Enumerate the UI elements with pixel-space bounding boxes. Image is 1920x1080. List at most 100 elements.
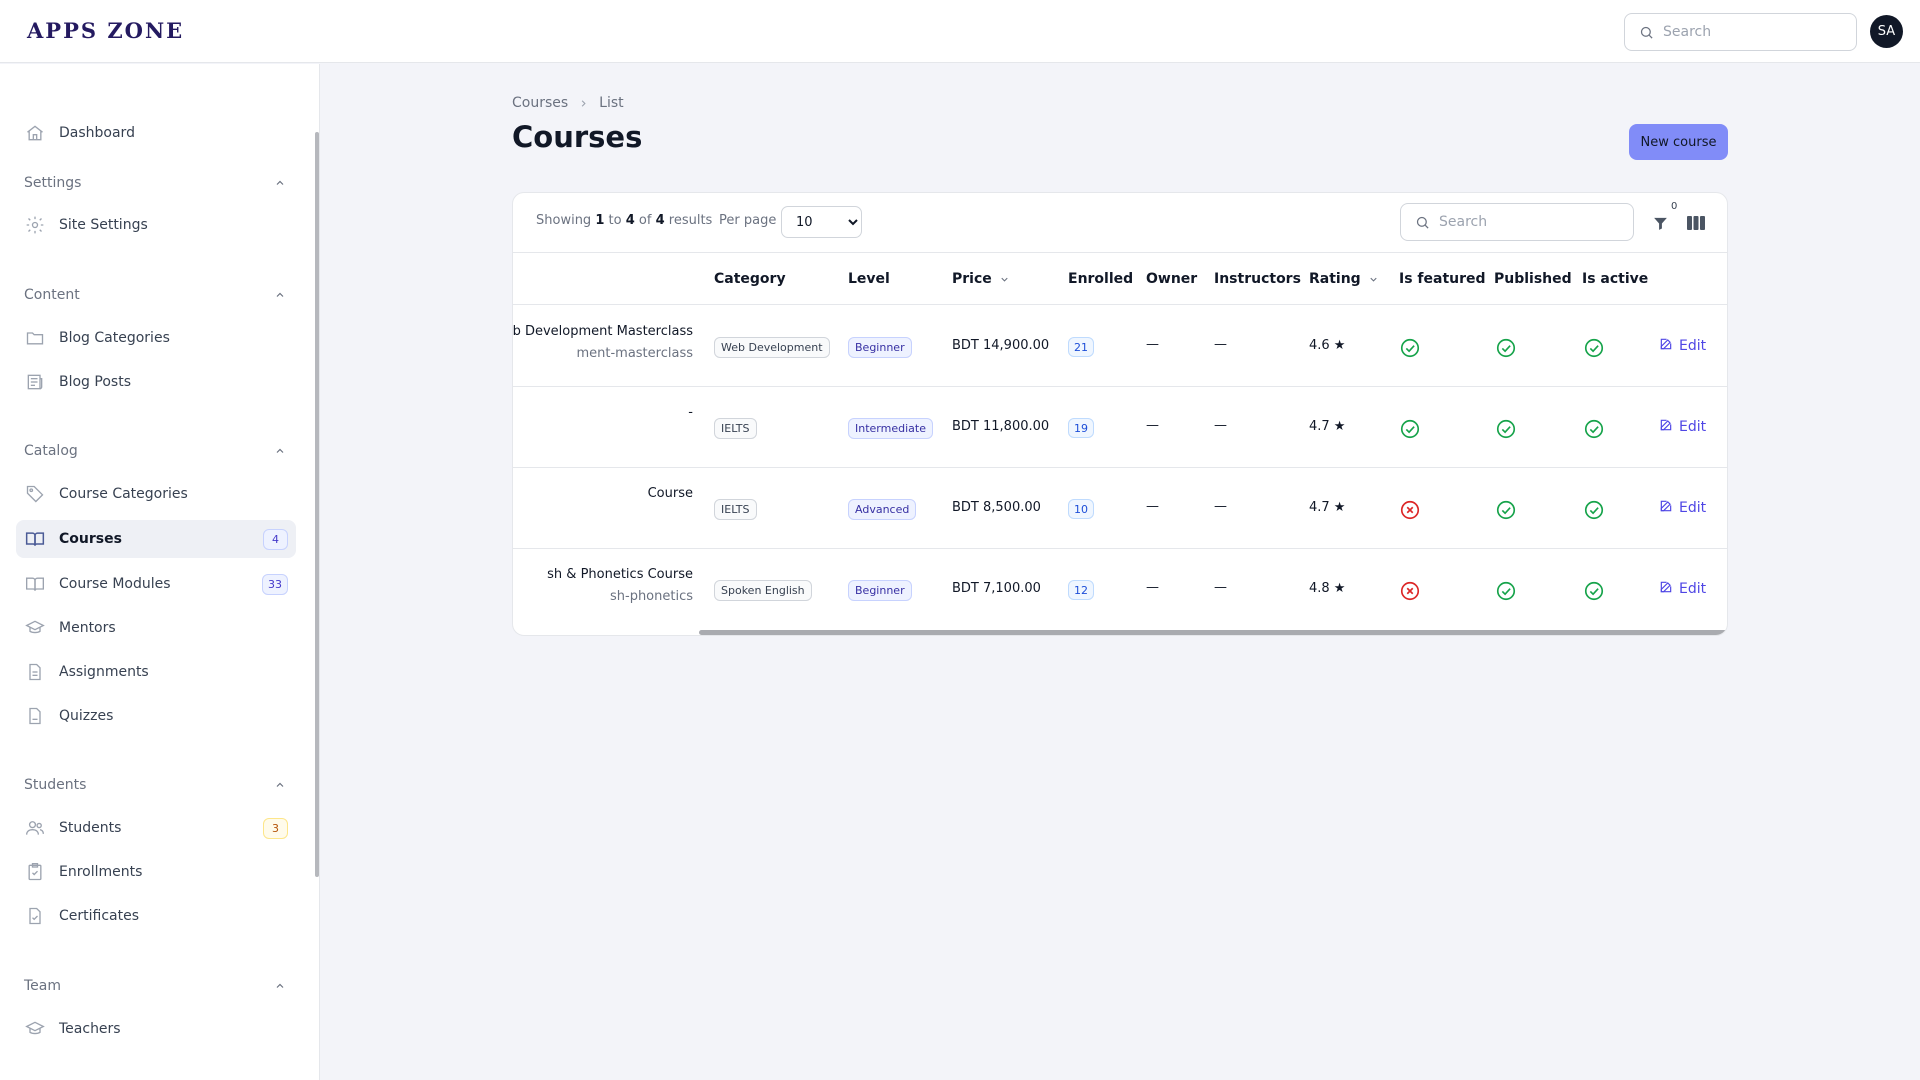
sidebar-item-assignments[interactable]: Assignments — [16, 653, 296, 691]
check-circle-icon — [1495, 418, 1517, 440]
sidebar-item-mentors[interactable]: Mentors — [16, 609, 296, 647]
sidebar-item-certificates[interactable]: Certificates — [16, 897, 296, 935]
edit-label: Edit — [1679, 419, 1707, 435]
per-page-select[interactable]: 10 — [781, 206, 862, 238]
filter-button[interactable] — [1648, 211, 1672, 235]
courses-count-badge: 4 — [263, 529, 288, 550]
edit-button[interactable]: Edit — [1659, 337, 1706, 355]
table-row[interactable]: eb Development Masterclass ment-mastercla… — [513, 306, 1727, 387]
column-header-label: Rating — [1309, 271, 1361, 287]
price-value: BDT 7,100.00 — [952, 581, 1041, 596]
check-circle-icon — [1495, 499, 1517, 521]
breadcrumb-courses[interactable]: Courses — [512, 95, 568, 111]
sidebar-item-course-modules[interactable]: Course Modules 33 — [16, 565, 296, 603]
sidebar-item-blog-categories[interactable]: Blog Categories — [16, 319, 296, 357]
sidebar-group-team[interactable]: Team — [24, 975, 286, 997]
table-horizontal-scrollbar[interactable] — [699, 630, 1727, 635]
check-circle-icon — [1495, 580, 1517, 602]
sidebar-item-course-categories[interactable]: Course Categories — [16, 475, 296, 513]
sidebar-item-label: Mentors — [59, 620, 116, 636]
sidebar-item-dashboard[interactable]: Dashboard — [16, 114, 296, 152]
table-row[interactable]: - IELTS Intermediate BDT 11,800.00 19 — — 4.7 ★… — [513, 387, 1727, 468]
courses-table-panel: Showing 1 to 4 of 4 results Per page 10 … — [512, 192, 1728, 636]
sidebar-item-label: Dashboard — [59, 125, 135, 141]
sidebar-item-teachers[interactable]: Teachers — [16, 1010, 296, 1048]
sidebar-item-label: Enrollments — [59, 864, 143, 880]
course-title-cell[interactable]: - — [513, 405, 693, 427]
columns-icon — [1687, 216, 1705, 230]
sidebar-scrollbar[interactable] — [315, 132, 319, 877]
edit-label: Edit — [1679, 338, 1707, 354]
chevron-up-icon — [276, 983, 284, 988]
book-open-icon — [24, 573, 46, 595]
rating-value: 4.7 ★ — [1309, 419, 1346, 434]
users-icon — [24, 817, 46, 839]
check-circle-icon — [1399, 418, 1421, 440]
filter-count-badge: 0 — [1671, 201, 1678, 212]
instructors-value: — — [1214, 337, 1227, 352]
column-header-enrolled: Enrolled — [1068, 271, 1134, 287]
table-search-input[interactable] — [1439, 214, 1619, 230]
instructors-value: — — [1214, 418, 1227, 433]
sidebar-group-settings[interactable]: Settings — [24, 172, 286, 194]
column-header-rating[interactable]: Rating — [1309, 271, 1379, 287]
group-label: Content — [24, 287, 80, 303]
course-title-cell[interactable]: Course — [513, 486, 693, 508]
sidebar: Dashboard Settings Site Settings Content… — [0, 64, 320, 1080]
table-toolbar: Showing 1 to 4 of 4 results Per page 10 … — [513, 193, 1727, 253]
graduation-cap-icon — [24, 1018, 46, 1040]
columns-toggle-button[interactable] — [1684, 211, 1708, 235]
filter-icon — [1653, 217, 1667, 230]
edit-button[interactable]: Edit — [1659, 580, 1706, 598]
course-slug: ment-masterclass — [576, 346, 693, 361]
table-row[interactable]: sh & Phonetics Course sh-phonetics Spoken … — [513, 549, 1727, 630]
owner-value: — — [1146, 418, 1159, 433]
breadcrumb-list: List — [599, 95, 624, 111]
group-label: Team — [24, 978, 62, 994]
group-label: Settings — [24, 175, 82, 191]
new-course-button[interactable]: New course — [1629, 124, 1728, 160]
column-header-instructors: Instructors — [1214, 271, 1301, 287]
edit-icon — [1659, 499, 1673, 517]
global-search-input[interactable] — [1663, 24, 1843, 40]
edit-button[interactable]: Edit — [1659, 499, 1706, 517]
edit-icon — [1659, 418, 1673, 436]
sidebar-item-quizzes[interactable]: Quizzes — [16, 697, 296, 735]
level-badge: Beginner — [848, 580, 912, 601]
table-row[interactable]: Course IELTS Advanced BDT 8,500.00 10 — — 4.7 ★… — [513, 468, 1727, 549]
edit-label: Edit — [1679, 581, 1707, 597]
course-modules-count-badge: 33 — [262, 574, 288, 595]
table-search[interactable] — [1400, 203, 1634, 241]
sidebar-item-site-settings[interactable]: Site Settings — [16, 206, 296, 244]
enrolled-badge: 19 — [1068, 418, 1094, 438]
level-badge: Beginner — [848, 337, 912, 358]
sidebar-item-courses[interactable]: Courses 4 — [16, 520, 296, 558]
edit-button[interactable]: Edit — [1659, 418, 1706, 436]
level-badge: Intermediate — [848, 418, 933, 439]
user-avatar[interactable]: SA — [1870, 15, 1903, 48]
column-header-price[interactable]: Price — [952, 271, 1010, 287]
sidebar-group-content[interactable]: Content — [24, 284, 286, 306]
sidebar-item-blog-posts[interactable]: Blog Posts — [16, 363, 296, 401]
sidebar-group-students[interactable]: Students — [24, 774, 286, 796]
sidebar-item-label: Blog Categories — [59, 330, 170, 346]
app-logo[interactable]: APPS ZONE — [27, 18, 184, 43]
sidebar-item-label: Students — [59, 820, 122, 836]
sidebar-item-label: Blog Posts — [59, 374, 131, 390]
sidebar-item-enrollments[interactable]: Enrollments — [16, 853, 296, 891]
sidebar-item-students[interactable]: Students 3 — [16, 809, 296, 847]
chevron-up-icon — [276, 782, 284, 787]
course-title-cell[interactable]: sh & Phonetics Course sh-phonetics — [513, 567, 693, 604]
owner-value: — — [1146, 499, 1159, 514]
sidebar-group-catalog[interactable]: Catalog — [24, 440, 286, 462]
chevron-right-icon — [581, 99, 586, 107]
course-title: Course — [647, 486, 693, 501]
category-badge: Spoken English — [714, 580, 812, 601]
enrolled-badge: 10 — [1068, 499, 1094, 519]
page-title: Courses — [512, 120, 643, 154]
column-header-category: Category — [714, 271, 786, 287]
sidebar-item-label: Assignments — [59, 664, 149, 680]
course-title-cell[interactable]: eb Development Masterclass ment-mastercla… — [513, 324, 693, 361]
chevron-down-icon — [1001, 277, 1008, 282]
global-search[interactable] — [1624, 13, 1857, 51]
